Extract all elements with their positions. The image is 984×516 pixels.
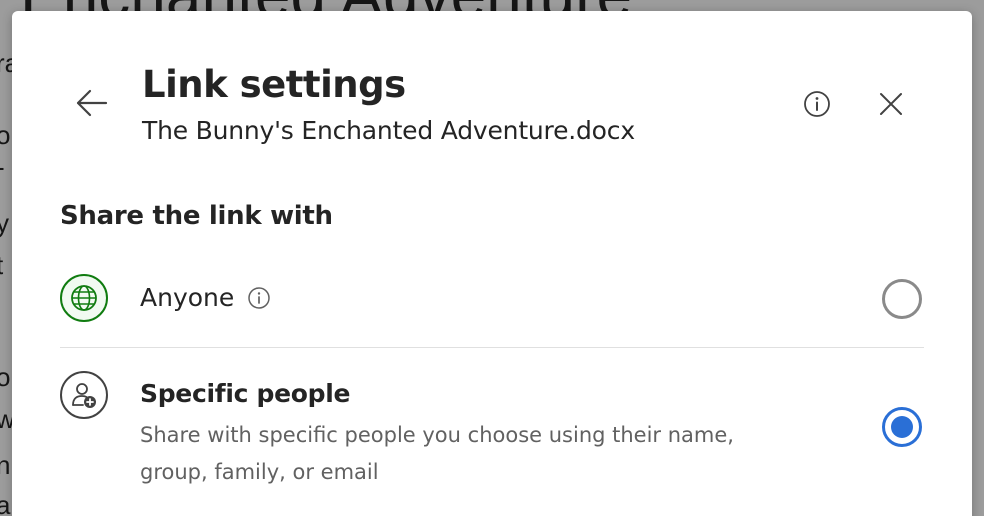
option-anyone-label-row: Anyone [140,283,272,312]
radio-specific-people[interactable] [882,407,922,447]
arrow-left-icon [76,89,108,117]
option-specific-people-label: Specific people [140,379,351,408]
close-icon [880,93,902,115]
link-settings-dialog: Link settings The Bunny's Enchanted Adve… [12,11,972,516]
info-icon[interactable] [246,285,272,311]
person-add-icon [60,371,108,419]
file-name: The Bunny's Enchanted Adventure.docx [142,116,635,145]
option-anyone-label: Anyone [140,283,235,312]
back-button[interactable] [72,83,112,123]
close-button[interactable] [874,87,908,121]
info-icon [804,91,830,117]
radio-selected-dot [891,416,913,438]
option-anyone[interactable]: Anyone [60,269,924,348]
globe-icon [60,274,108,322]
section-heading: Share the link with [60,201,333,231]
info-button[interactable] [800,87,834,121]
dialog-title: Link settings [142,63,406,106]
radio-anyone[interactable] [882,279,922,319]
option-specific-people-description: Share with specific people you choose us… [140,423,734,484]
option-specific-people[interactable]: Specific people Share with specific peop… [60,367,924,497]
